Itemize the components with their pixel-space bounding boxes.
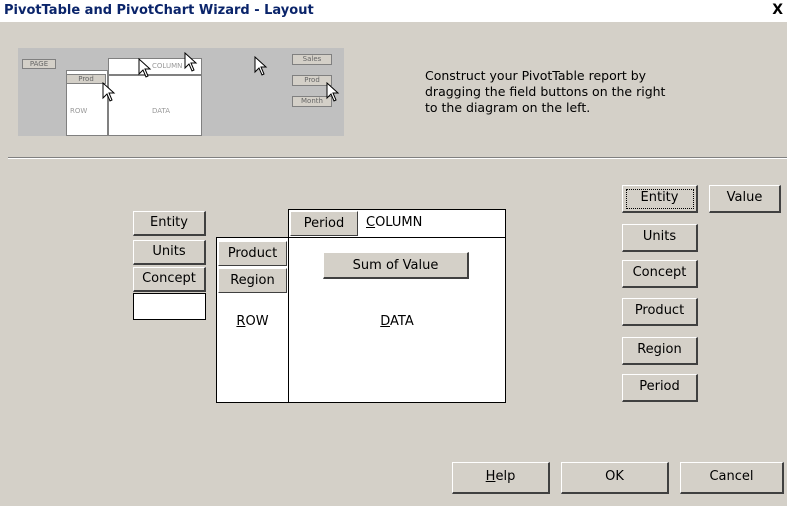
row-label-text: OW bbox=[245, 314, 269, 329]
cursor-icon bbox=[102, 82, 116, 102]
column-field-period[interactable]: Period bbox=[290, 211, 358, 236]
field-button-period[interactable]: Period bbox=[622, 374, 698, 402]
page-field-units[interactable]: Units bbox=[133, 240, 206, 265]
help-accesskey: H bbox=[485, 469, 496, 484]
column-area-label: COLUMN bbox=[366, 215, 422, 230]
field-button-value[interactable]: Value bbox=[709, 185, 781, 213]
field-button-units[interactable]: Units bbox=[622, 224, 698, 252]
cursor-icon bbox=[326, 82, 340, 102]
cursor-icon bbox=[138, 58, 152, 78]
preview-row-field: Prod bbox=[66, 74, 106, 84]
help-label: elp bbox=[495, 469, 516, 484]
preview-data-area bbox=[108, 75, 202, 136]
page-field-entity[interactable]: Entity bbox=[133, 211, 206, 236]
row-field-region[interactable]: Region bbox=[218, 268, 287, 293]
data-area-label: DATA bbox=[288, 314, 506, 329]
cancel-button[interactable]: Cancel bbox=[680, 462, 784, 494]
preview-data-label: DATA bbox=[152, 107, 171, 115]
cursor-icon bbox=[254, 56, 268, 76]
window-title: PivotTable and PivotChart Wizard - Layou… bbox=[4, 3, 314, 18]
preview-row-label: ROW bbox=[70, 107, 88, 115]
preview-page-label: PAGE bbox=[29, 60, 49, 68]
row-area-label: ROW bbox=[216, 314, 289, 329]
column-label-text: OLUMN bbox=[375, 215, 423, 230]
preview-column-label: COLUMN bbox=[152, 62, 183, 70]
preview-row-field-label: Prod bbox=[78, 75, 94, 83]
preview-button-2-label: Prod bbox=[304, 76, 320, 84]
preview-button-3-label: Month bbox=[301, 97, 323, 105]
data-label-text: ATA bbox=[390, 314, 414, 329]
preview-button-1-label: Sales bbox=[302, 55, 322, 63]
data-field-sum-of-value[interactable]: Sum of Value bbox=[323, 252, 469, 279]
preview-button-1: Sales bbox=[292, 54, 332, 65]
page-drop-area[interactable] bbox=[133, 293, 206, 320]
field-button-concept[interactable]: Concept bbox=[622, 260, 698, 288]
help-button[interactable]: Help bbox=[452, 462, 550, 494]
ok-button[interactable]: OK bbox=[561, 462, 669, 494]
column-label-accesskey: C bbox=[366, 215, 376, 230]
cursor-icon bbox=[184, 52, 198, 72]
preview-page-box: PAGE bbox=[22, 59, 56, 69]
field-button-entity[interactable]: Entity bbox=[622, 185, 698, 213]
separator bbox=[8, 157, 787, 159]
title-bar: PivotTable and PivotChart Wizard - Layou… bbox=[0, 0, 787, 22]
page-field-concept[interactable]: Concept bbox=[133, 267, 206, 292]
field-button-region[interactable]: Region bbox=[622, 337, 698, 365]
data-label-accesskey: D bbox=[380, 314, 391, 329]
close-button[interactable]: X bbox=[772, 2, 783, 18]
layout-preview-diagram: PAGE Prod COLUMN ROW DATA Sales Prod Mon… bbox=[18, 48, 344, 136]
field-button-product[interactable]: Product bbox=[622, 298, 698, 326]
row-field-product[interactable]: Product bbox=[218, 241, 287, 266]
instructions-text: Construct your PivotTable report by drag… bbox=[425, 68, 666, 115]
